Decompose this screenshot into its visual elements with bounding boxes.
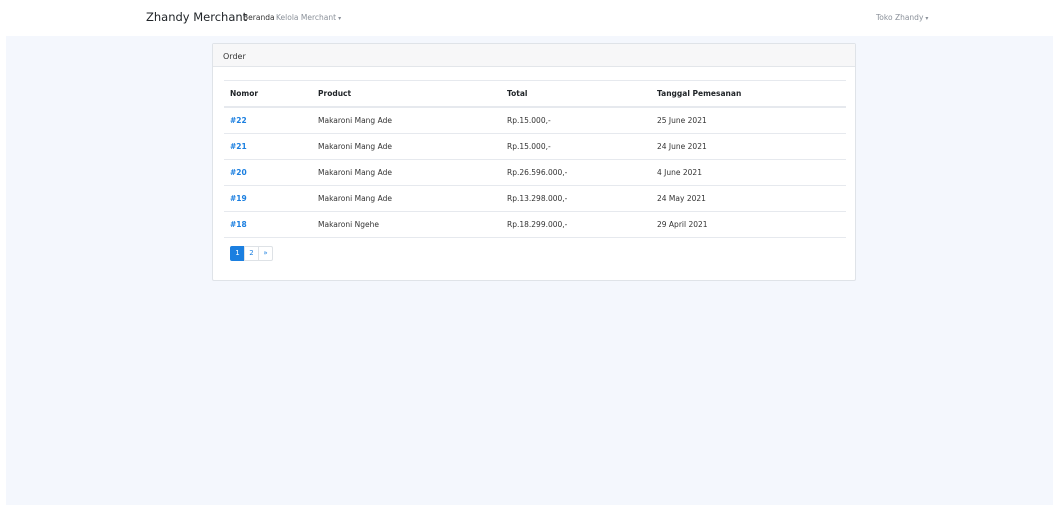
table-row: #18 Makaroni Ngehe Rp.18.299.000,- 29 Ap… [224,211,846,238]
order-number-link[interactable]: #22 [224,107,312,134]
table-header-row: Nomor Product Total Tanggal Pemesanan [224,80,846,108]
order-table: Nomor Product Total Tanggal Pemesanan #2… [224,80,846,238]
order-number-link[interactable]: #20 [224,159,312,186]
nav-dropdown-label: Kelola Merchant [276,13,337,22]
page-button-2[interactable]: 2 [244,246,259,261]
card-header: Order [213,44,855,67]
table-row: #22 Makaroni Mang Ade Rp.15.000,- 25 Jun… [224,107,846,134]
table-row: #20 Makaroni Mang Ade Rp.26.596.000,- 4 … [224,159,846,186]
nav-link-beranda[interactable]: Beranda [243,13,275,22]
total-cell: Rp.26.596.000,- [501,159,651,186]
table-row: #19 Makaroni Mang Ade Rp.13.298.000,- 24… [224,185,846,212]
date-cell: 4 June 2021 [651,159,846,186]
column-header-product: Product [312,80,501,108]
user-menu-label: Toko Zhandy [876,13,924,22]
top-navbar: Zhandy Merchant Beranda Kelola Merchant ▾… [0,0,1059,36]
date-cell: 29 April 2021 [651,211,846,238]
brand-link[interactable]: Zhandy Merchant [146,10,247,24]
total-cell: Rp.13.298.000,- [501,185,651,212]
caret-down-icon: ▾ [925,15,929,22]
date-cell: 24 June 2021 [651,133,846,160]
total-cell: Rp.15.000,- [501,107,651,134]
pagination: 1 2 » [230,246,273,261]
page-button-1[interactable]: 1 [230,246,245,261]
date-cell: 24 May 2021 [651,185,846,212]
product-cell: Makaroni Mang Ade [312,185,501,212]
total-cell: Rp.15.000,- [501,133,651,160]
product-cell: Makaroni Mang Ade [312,159,501,186]
column-header-tanggal: Tanggal Pemesanan [651,80,846,108]
order-number-link[interactable]: #19 [224,185,312,212]
next-page-button[interactable]: » [258,246,273,261]
total-cell: Rp.18.299.000,- [501,211,651,238]
product-cell: Makaroni Mang Ade [312,107,501,134]
product-cell: Makaroni Ngehe [312,211,501,238]
order-number-link[interactable]: #21 [224,133,312,160]
order-card: Order Nomor Product Total Tanggal Pemesa… [212,43,856,281]
product-cell: Makaroni Mang Ade [312,133,501,160]
table-row: #21 Makaroni Mang Ade Rp.15.000,- 24 Jun… [224,133,846,160]
user-menu-dropdown[interactable]: Toko Zhandy ▾ [876,13,928,22]
nav-dropdown-kelola-merchant[interactable]: Kelola Merchant ▾ [276,13,341,22]
order-number-link[interactable]: #18 [224,211,312,238]
main-content: Order Nomor Product Total Tanggal Pemesa… [6,36,1053,505]
column-header-total: Total [501,80,651,108]
column-header-nomor: Nomor [224,80,312,108]
date-cell: 25 June 2021 [651,107,846,134]
caret-down-icon: ▾ [338,15,342,22]
